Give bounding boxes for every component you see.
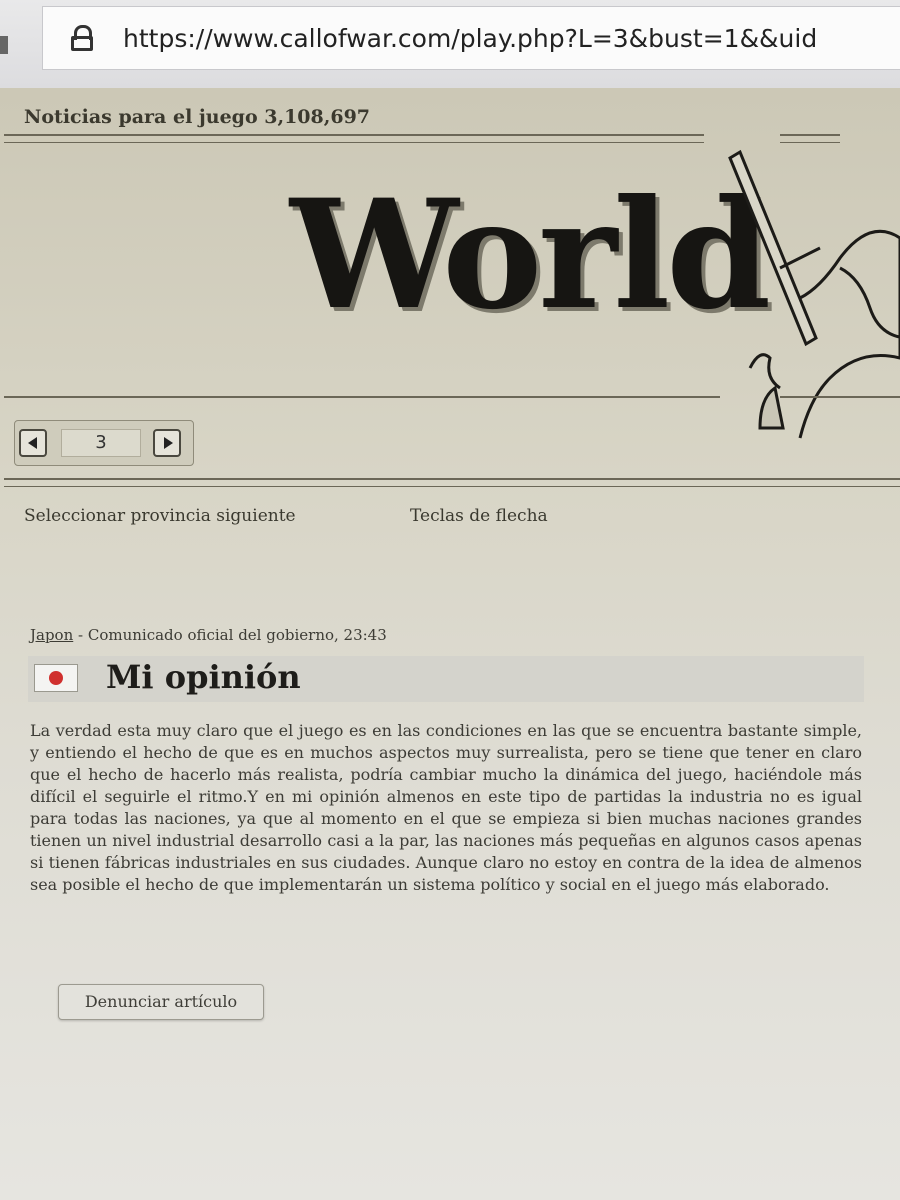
hint-keys: Teclas de flecha: [410, 506, 548, 526]
divider-top: [4, 134, 704, 136]
page-number-field[interactable]: 3: [61, 429, 141, 457]
divider-lower: [4, 478, 900, 480]
article-heading: Mi opinión: [28, 656, 864, 702]
article-body: La verdad esta muy claro que el juego es…: [30, 721, 862, 894]
divider-mid-right: [780, 396, 900, 398]
article-meta: Japon - Comunicado oficial del gobierno,…: [30, 626, 387, 644]
next-page-button[interactable]: [153, 429, 181, 457]
url-text[interactable]: https://www.callofwar.com/play.php?L=3&b…: [123, 24, 817, 53]
sword-emblem-icon: [728, 149, 900, 439]
japan-flag-icon: [34, 664, 78, 692]
article-title: Mi opinión: [106, 658, 301, 696]
news-title: Noticias para el juego 3,108,697: [24, 106, 371, 128]
window-edge: [0, 36, 8, 54]
country-link[interactable]: Japon: [30, 626, 73, 644]
masthead-logo: World: [290, 167, 771, 343]
divider-lower-thin: [4, 486, 900, 487]
lock-icon: [71, 25, 93, 51]
meta-text: - Comunicado oficial del gobierno, 23:43: [73, 626, 387, 644]
game-news-page: Noticias para el juego 3,108,697 World 3…: [0, 88, 900, 1200]
hint-action: Seleccionar provincia siguiente: [24, 506, 296, 526]
divider-mid: [4, 396, 720, 398]
address-bar[interactable]: https://www.callofwar.com/play.php?L=3&b…: [42, 6, 900, 70]
prev-page-button[interactable]: [19, 429, 47, 457]
page-navigator: 3: [14, 420, 194, 466]
divider-top-thin: [4, 142, 704, 143]
report-article-button[interactable]: Denunciar artículo: [58, 984, 264, 1020]
browser-toolbar: https://www.callofwar.com/play.php?L=3&b…: [0, 0, 900, 88]
